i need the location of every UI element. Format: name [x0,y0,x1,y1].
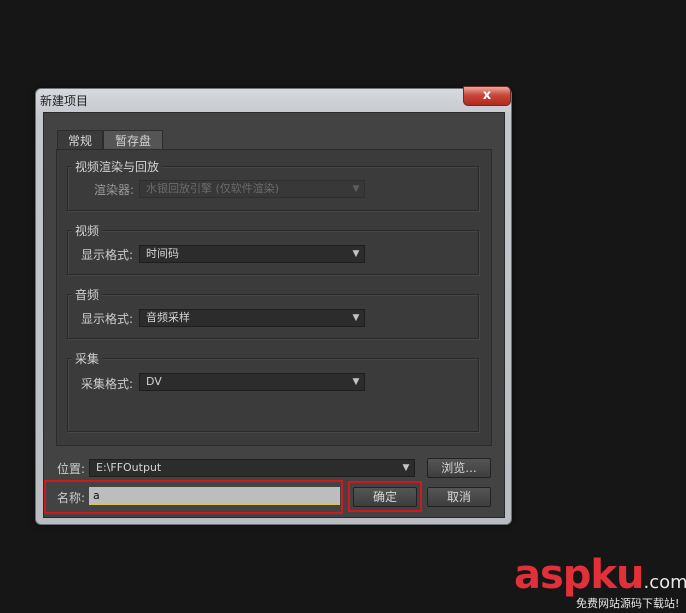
watermark-tld: .com [643,572,686,593]
dialog-title: 新建项目 [40,94,89,108]
audio-format-select[interactable]: 音频采样 ▼ [139,309,365,327]
tab-general[interactable]: 常规 [57,130,103,150]
watermark-tagline: 免费网站源码下载站! [576,597,680,610]
location-label: 位置: [57,462,86,476]
close-button[interactable]: x [463,86,511,106]
location-select[interactable]: E:\FFOutput ▼ [89,459,415,477]
capture-format-value: DV [146,375,162,388]
capture-format-select[interactable]: DV ▼ [139,373,365,391]
watermark-brand: aspku [514,552,645,598]
renderer-value: 水银回放引擎 (仅软件渲染) [146,182,280,195]
name-row-highlight [44,480,343,514]
render-group-title: 视频渲染与回放 [72,158,163,175]
cancel-button[interactable]: 取消 [427,487,491,507]
chevron-down-icon: ▼ [402,463,410,473]
tab-scratch-disks[interactable]: 暂存盘 [103,130,163,150]
capture-group-title: 采集 [72,350,103,367]
renderer-label: 渲染器: [94,183,135,197]
video-group-title: 视频 [72,222,103,239]
chevron-down-icon: ▼ [352,313,360,323]
capture-group [67,358,479,432]
chevron-down-icon: ▼ [352,249,360,259]
video-format-value: 时间码 [146,247,179,260]
video-format-label: 显示格式: [81,248,134,262]
chevron-down-icon: ▼ [352,377,360,387]
capture-format-label: 采集格式: [81,377,134,391]
video-format-select[interactable]: 时间码 ▼ [139,245,365,263]
audio-format-label: 显示格式: [81,312,134,326]
close-icon: x [482,88,492,103]
chevron-down-icon: ▼ [352,184,360,194]
location-value: E:\FFOutput [96,461,162,474]
audio-format-value: 音频采样 [146,311,190,324]
audio-group-title: 音频 [72,286,103,303]
browse-button[interactable]: 浏览... [427,458,491,478]
renderer-select: 水银回放引擎 (仅软件渲染) ▼ [139,180,365,198]
ok-button-highlight [348,481,422,512]
